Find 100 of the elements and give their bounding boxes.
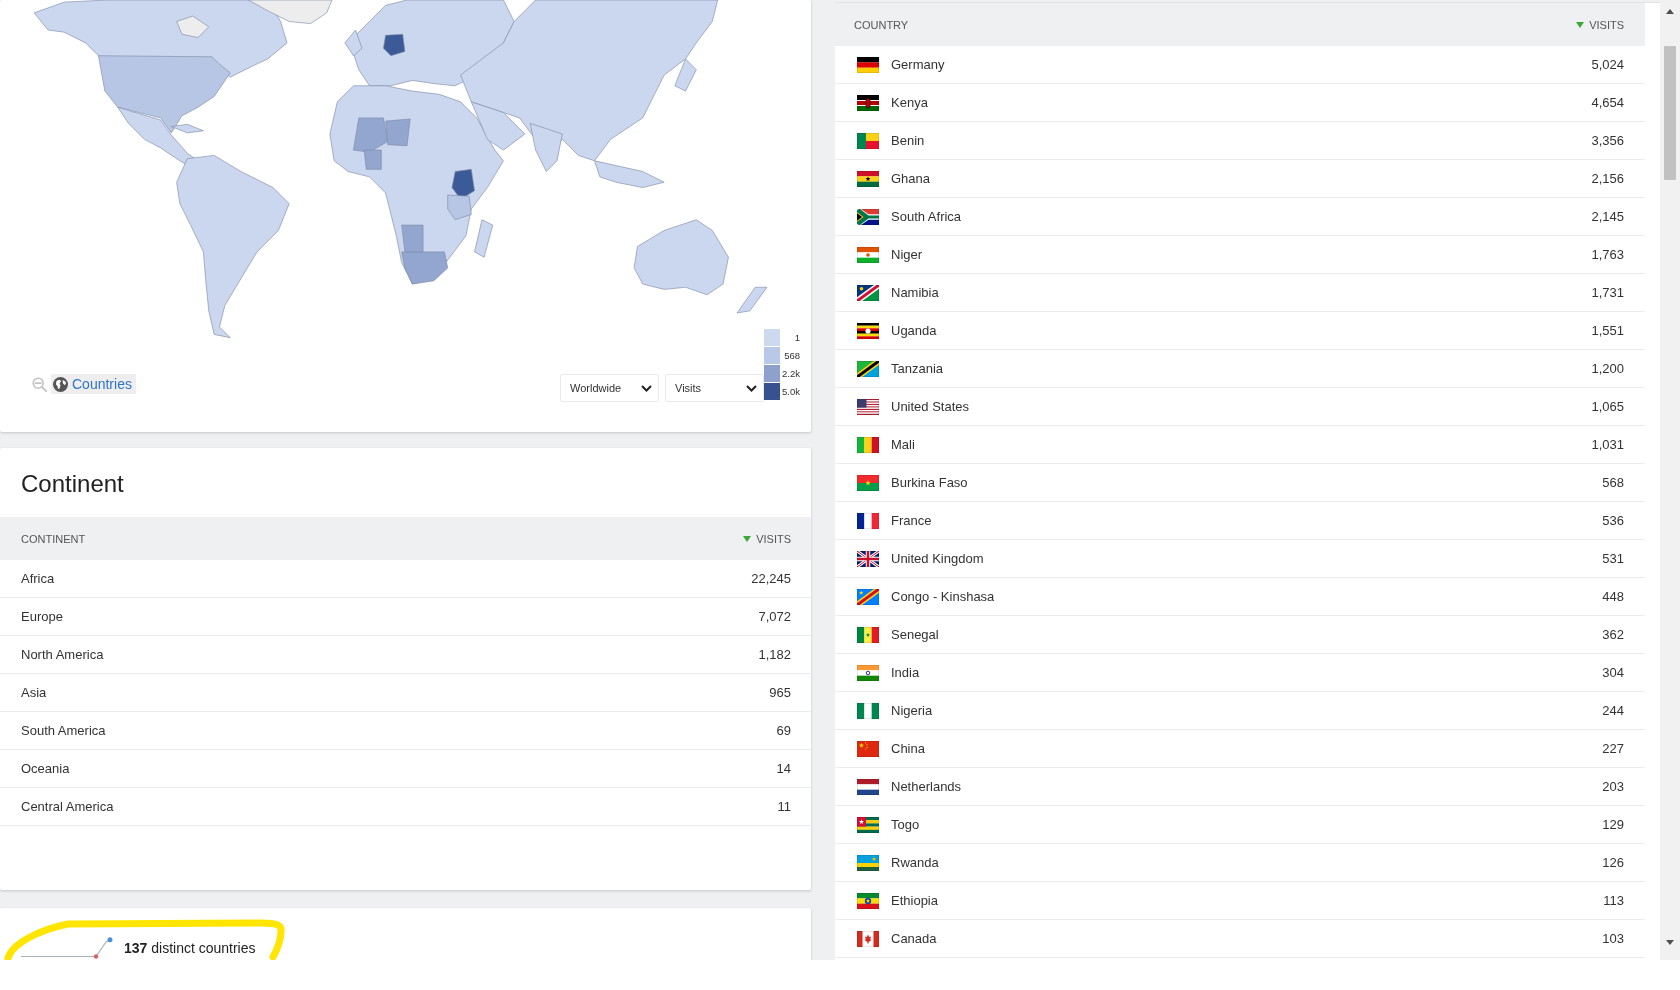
continent-name: Africa: [21, 571, 56, 586]
flag-icon: [857, 702, 879, 719]
visit-count: 22,245: [751, 571, 791, 586]
visit-count: 1,551: [1591, 323, 1624, 338]
country-name: Rwanda: [891, 855, 940, 870]
visit-count: 203: [1602, 779, 1624, 794]
visit-count: 69: [776, 723, 791, 738]
visit-count: 304: [1602, 665, 1624, 680]
flag-icon: [857, 474, 879, 491]
visit-count: 536: [1602, 513, 1624, 528]
flag-icon: [857, 816, 879, 833]
globe-icon: [53, 376, 68, 392]
country-name: Congo - Kinshasa: [891, 589, 996, 604]
country-name: Togo: [891, 817, 921, 832]
visit-count: 1,182: [758, 647, 791, 662]
flag-icon: [857, 778, 879, 795]
visit-count: 2,156: [1591, 171, 1624, 186]
flag-icon: [857, 930, 879, 947]
country-name: Ghana: [891, 171, 932, 186]
flag-icon: [857, 132, 879, 149]
country-name: Mali: [891, 437, 916, 452]
sort-desc-icon[interactable]: [1576, 21, 1585, 28]
flag-icon: [857, 436, 879, 453]
flag-icon: [857, 56, 879, 73]
country-name: Ethiopia: [891, 893, 939, 908]
continent-name: Europe: [21, 609, 64, 624]
visit-count: 103: [1602, 931, 1624, 946]
breadcrumb-link[interactable]: Countries: [51, 374, 136, 394]
sort-desc-icon[interactable]: [743, 535, 752, 542]
visit-count: 14: [776, 761, 791, 776]
scroll-up-icon[interactable]: [1666, 9, 1674, 14]
region-dropdown[interactable]: Worldwide: [560, 374, 659, 402]
flag-icon: [857, 246, 879, 263]
flag-icon: [857, 170, 879, 187]
column-header[interactable]: CONTINENT: [21, 532, 86, 545]
country-name: Netherlands: [891, 779, 963, 794]
legend-label: 2.2k: [781, 368, 800, 379]
visit-count: 3,356: [1591, 133, 1624, 148]
legend-label: 5.0k: [781, 386, 800, 397]
flag-icon: [857, 626, 879, 643]
flag-icon: [857, 360, 879, 377]
visit-count: 4,654: [1591, 95, 1624, 110]
summary-text: 137 distinct countries: [124, 940, 256, 956]
continent-name: South America: [21, 723, 107, 738]
scrollbar-thumb[interactable]: [1664, 46, 1676, 180]
visit-count: 1,763: [1591, 247, 1624, 262]
chevron-down-icon: [641, 384, 652, 392]
continent-name: Oceania: [21, 761, 71, 776]
legend-label: 568: [783, 350, 800, 361]
flag-icon: [857, 398, 879, 415]
flag-icon: [857, 322, 879, 339]
country-name: Benin: [891, 133, 926, 148]
visit-count: 227: [1602, 741, 1624, 756]
flag-icon: [857, 664, 879, 681]
visit-count: 965: [769, 685, 791, 700]
flag-icon: [857, 588, 879, 605]
flag-icon: [857, 208, 879, 225]
flag-icon: [857, 94, 879, 111]
country-name: Namibia: [891, 285, 940, 300]
country-name: France: [891, 513, 933, 528]
country-name: Canada: [891, 931, 938, 946]
visit-count: 244: [1602, 703, 1624, 718]
continent-name: Asia: [21, 685, 48, 700]
country-name: India: [891, 665, 921, 680]
visit-count: 362: [1602, 627, 1624, 642]
column-header[interactable]: COUNTRY: [854, 18, 909, 31]
visit-count: 448: [1602, 589, 1624, 604]
flag-icon: [857, 740, 879, 757]
visit-count: 7,072: [758, 609, 791, 624]
country-name: United Kingdom: [891, 551, 985, 566]
continent-name: North America: [21, 647, 105, 662]
legend-label: 1: [793, 332, 800, 343]
country-name: Kenya: [891, 95, 929, 110]
flag-icon: [857, 892, 879, 909]
country-name: Germany: [891, 57, 946, 72]
visit-count: 2,145: [1591, 209, 1624, 224]
visit-count: 1,200: [1591, 361, 1624, 376]
country-name: Nigeria: [891, 703, 934, 718]
country-name: Uganda: [891, 323, 938, 338]
visit-count: 129: [1602, 817, 1624, 832]
country-name: China: [891, 741, 926, 756]
visit-count: 1,065: [1591, 399, 1624, 414]
column-header[interactable]: VISITS: [1589, 18, 1624, 31]
metric-dropdown[interactable]: Visits: [665, 374, 764, 402]
visit-count: 568: [1602, 475, 1624, 490]
country-name: United States: [891, 399, 971, 414]
visit-count: 11: [777, 799, 791, 814]
flag-icon: [857, 512, 879, 529]
column-header[interactable]: VISITS: [756, 532, 791, 545]
flag-icon: [857, 550, 879, 567]
chevron-down-icon: [746, 384, 757, 392]
visit-count: 5,024: [1591, 57, 1624, 72]
country-name: Niger: [891, 247, 924, 262]
country-name: Senegal: [891, 627, 940, 642]
country-name: Burkina Faso: [891, 475, 969, 490]
continent-name: Central America: [21, 799, 115, 814]
scroll-down-icon[interactable]: [1666, 940, 1674, 945]
flag-icon: [857, 854, 879, 871]
visit-count: 1,731: [1591, 285, 1624, 300]
country-name: South Africa: [891, 209, 963, 224]
